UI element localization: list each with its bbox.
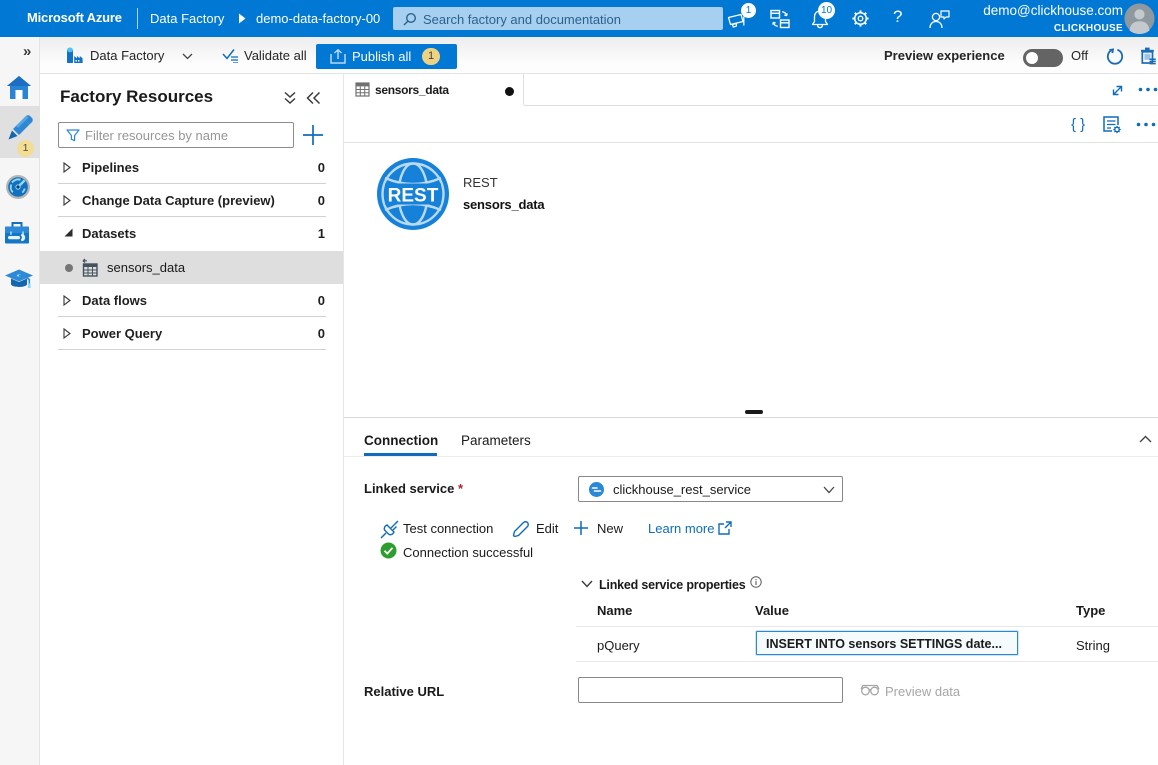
svg-text:REST: REST xyxy=(388,186,439,207)
